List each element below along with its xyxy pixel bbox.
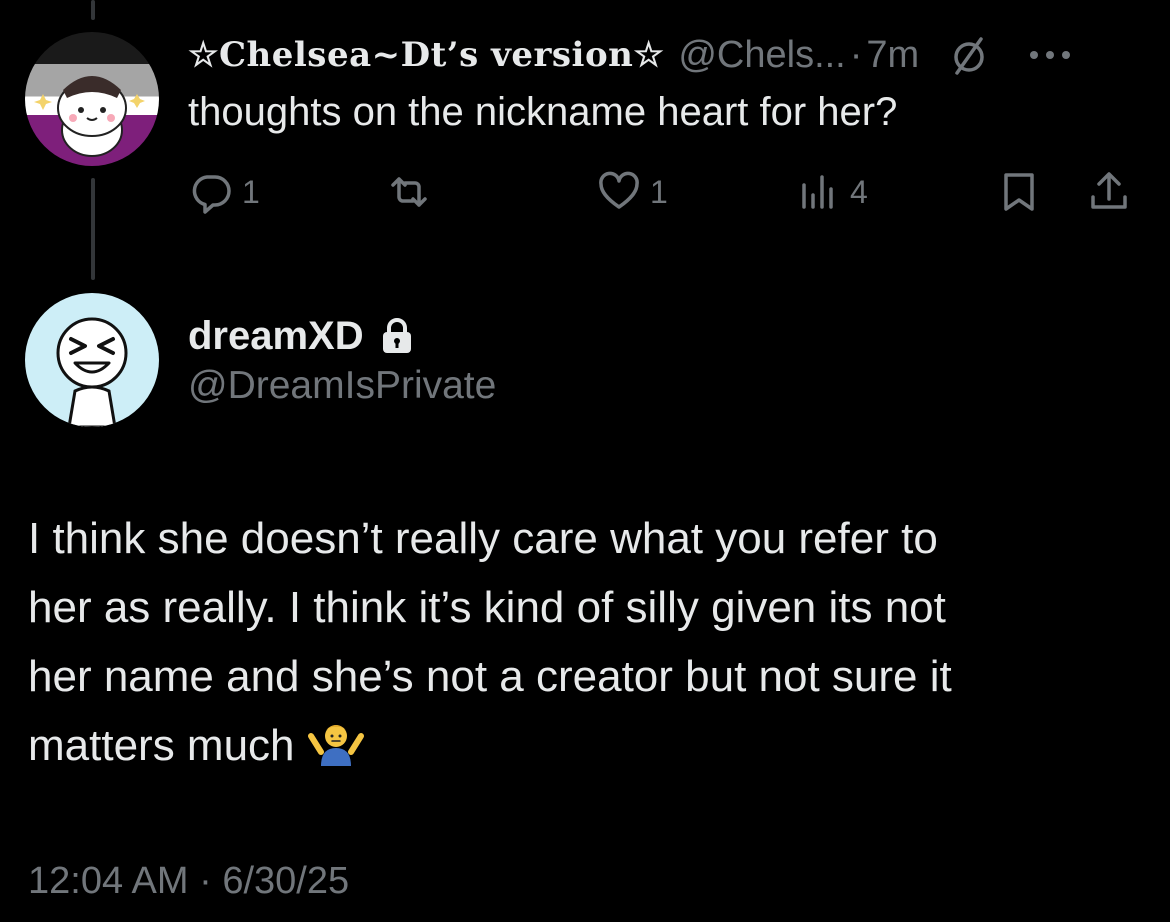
reply-display-name[interactable]: dreamXD — [188, 314, 364, 359]
reply-avatar[interactable] — [25, 293, 159, 427]
reply-text-line: matters much — [28, 721, 295, 770]
share-button[interactable] — [1086, 162, 1132, 222]
reply-text-line: her name and she’s not a creator but not… — [28, 652, 952, 701]
reply-button[interactable]: 1 — [188, 162, 260, 222]
reply-tweet-text: I think she doesn’t really care what you… — [28, 504, 1138, 780]
parent-tweet-header: ☆Chelsea~Dt’s version☆ @Chels... · 7m — [188, 28, 1073, 82]
header-separator: · — [849, 33, 863, 76]
bookmark-icon — [1004, 173, 1034, 211]
reply-count: 1 — [242, 173, 260, 210]
reply-display-name-row: dreamXD — [188, 310, 414, 362]
retweet-button[interactable] — [386, 162, 432, 222]
parent-avatar-character-icon — [34, 76, 145, 157]
reply-icon — [192, 175, 231, 214]
parent-time[interactable]: 7m — [866, 34, 919, 77]
parent-action-bar: 1 1 4 — [188, 162, 1140, 222]
retweet-icon — [391, 177, 427, 207]
lock-icon — [382, 318, 411, 353]
reply-avatar-character-icon — [56, 317, 128, 427]
reply-text-line-last: matters much — [28, 711, 1138, 780]
bookmark-button[interactable] — [996, 162, 1042, 222]
reply-text-line: I think she doesn’t really care what you… — [28, 514, 938, 563]
like-count: 1 — [650, 173, 668, 210]
reply-text-line: her as really. I think it’s kind of sill… — [28, 583, 946, 632]
like-icon — [599, 171, 639, 209]
views-button[interactable]: 4 — [796, 162, 868, 222]
more-icon[interactable] — [1027, 48, 1073, 62]
reply-handle[interactable]: @DreamIsPrivate — [188, 364, 496, 408]
parent-handle[interactable]: @Chels... — [678, 34, 845, 77]
reply-timestamp[interactable]: 12:04 AM · 6/30/25 — [28, 860, 349, 903]
share-icon — [1091, 172, 1127, 209]
parent-display-name[interactable]: ☆Chelsea~Dt’s version☆ — [188, 35, 664, 75]
shrug-emoji-icon — [307, 725, 364, 766]
views-count: 4 — [850, 173, 868, 210]
tweet-thread: ☆Chelsea~Dt’s version☆ @Chels... · 7m th… — [0, 0, 1170, 922]
thread-connector-top — [91, 0, 95, 20]
parent-avatar[interactable] — [25, 32, 159, 166]
thread-connector — [91, 178, 95, 280]
like-button[interactable]: 1 — [596, 162, 668, 222]
parent-tweet-text: thoughts on the nickname heart for her? — [188, 90, 898, 134]
views-icon — [802, 175, 833, 209]
mute-icon — [954, 37, 984, 75]
